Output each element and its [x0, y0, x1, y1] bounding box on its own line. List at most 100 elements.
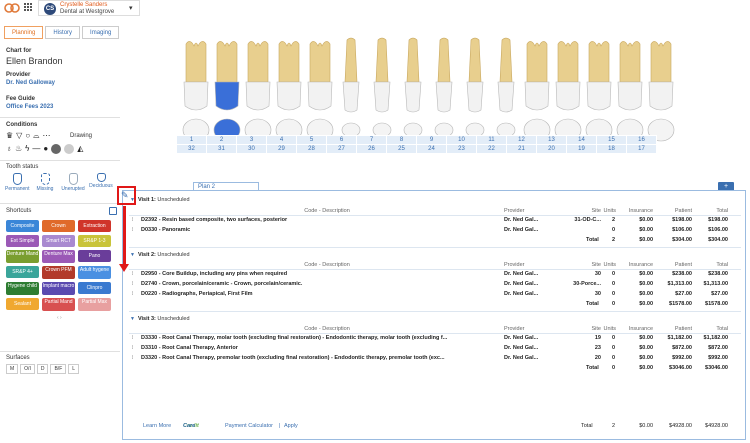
shortcut-ext-simple[interactable]: Ext Simple	[6, 235, 39, 247]
bridge-icon[interactable]: ⌓	[33, 131, 39, 141]
learn-more-link[interactable]: Learn More	[143, 423, 171, 429]
upper-tooth[interactable]	[337, 36, 365, 116]
shortcut-sr-p-4[interactable]: SR&P 4+	[6, 266, 39, 278]
shortcut-extraction[interactable]: Extraction	[78, 220, 111, 232]
tooth-number-cell[interactable]: 22	[476, 144, 507, 154]
tooth-number-cell[interactable]: 16	[626, 135, 657, 145]
tooth-number-cell[interactable]: 28	[296, 144, 327, 154]
tooth-number-cell[interactable]: 14	[566, 135, 597, 145]
tooth-number-cell[interactable]: 4	[266, 135, 297, 145]
surface-oi[interactable]: O/I	[20, 364, 35, 374]
upper-tooth[interactable]	[368, 36, 396, 116]
table-row[interactable]: ⁞ D3330 - Root Canal Therapy, molar toot…	[123, 334, 747, 342]
tooth-number-cell[interactable]: 5	[296, 135, 327, 145]
tab-imaging[interactable]: Imaging	[82, 26, 120, 39]
upper-tooth[interactable]	[616, 36, 644, 116]
shortcut-composite[interactable]: Composite	[6, 220, 39, 232]
dots-icon[interactable]: ⋯	[43, 131, 51, 141]
eraser-icon[interactable]: ◭	[77, 144, 83, 154]
shortcut-clinpro[interactable]: Clinpro	[78, 282, 111, 294]
shortcut-sr-p-1-3[interactable]: SR&P 1-3	[78, 235, 111, 247]
tooth-number-cell[interactable]: 27	[326, 144, 357, 154]
status-permanent[interactable]: Permanent	[5, 173, 29, 192]
apply-link[interactable]: Apply	[284, 423, 298, 429]
dark-color-swatch[interactable]	[51, 144, 62, 154]
visit-1-header[interactable]: ▼ Visit 1: Unscheduled	[130, 197, 190, 203]
upper-tooth[interactable]	[647, 36, 675, 116]
tooth-number-cell[interactable]: 1	[176, 135, 207, 145]
shortcut-denture-mand[interactable]: Denture Mand	[6, 250, 39, 263]
shortcut-pano[interactable]: Pano	[78, 250, 111, 262]
upper-tooth[interactable]	[554, 36, 582, 116]
collapse-caret-icon[interactable]: ▼	[130, 316, 135, 322]
app-logo-icon[interactable]	[4, 2, 20, 14]
tooth-number-cell[interactable]: 9	[416, 135, 447, 145]
tooth-number-cell[interactable]: 15	[596, 135, 627, 145]
tooth-number-cell[interactable]: 6	[326, 135, 357, 145]
collapse-caret-icon[interactable]: ▼	[130, 252, 135, 258]
surface-m[interactable]: M	[6, 364, 19, 374]
payment-calculator-link[interactable]: Payment Calculator	[225, 423, 273, 429]
shortcut-adult-hygene[interactable]: Adult hygene	[78, 266, 111, 279]
status-deciduous[interactable]: Deciduous	[89, 173, 113, 192]
upper-tooth[interactable]	[213, 36, 241, 116]
surface-bf[interactable]: B/F	[50, 364, 67, 374]
shortcut-sealant[interactable]: Sealant	[6, 298, 39, 310]
table-row[interactable]: ⁞ D0220 - Radiographs, Periapical, First…	[123, 290, 747, 298]
tooth-number-cell[interactable]: 3	[236, 135, 267, 145]
surface-l[interactable]: L	[68, 364, 80, 374]
tooth-number-cell[interactable]: 8	[386, 135, 417, 145]
tooth-number-cell[interactable]: 31	[206, 144, 237, 154]
surface-d[interactable]: D	[36, 364, 49, 374]
edit-shortcuts-icon[interactable]	[109, 207, 117, 215]
shortcut-smart-rct[interactable]: Smart RCT	[42, 235, 75, 247]
tooth-number-cell[interactable]: 17	[626, 144, 657, 154]
upper-tooth[interactable]	[182, 36, 210, 116]
table-row[interactable]: ⁞ D2740 - Crown, porcelain/ceramic - Cro…	[123, 280, 747, 288]
tooth-number-cell[interactable]: 19	[566, 144, 597, 154]
tab-planning[interactable]: Planning	[4, 26, 44, 39]
table-row[interactable]: ⁞ D3310 - Root Canal Therapy, Anterior D…	[123, 344, 747, 352]
tooth-number-cell[interactable]: 12	[506, 135, 537, 145]
visit-2-header[interactable]: ▼ Visit 2: Unscheduled	[130, 252, 190, 258]
tooth-number-cell[interactable]: 30	[236, 144, 267, 154]
table-row[interactable]: ⁞ D3320 - Root Canal Therapy, premolar t…	[123, 354, 747, 362]
table-row[interactable]: ⁞ D2392 - Resin based composite, two sur…	[123, 216, 747, 224]
status-missing[interactable]: Missing	[33, 173, 57, 192]
upper-tooth[interactable]	[461, 36, 489, 116]
flame-icon[interactable]: ♨	[15, 144, 22, 154]
apps-grid-icon[interactable]	[24, 3, 32, 11]
upper-tooth[interactable]	[244, 36, 272, 116]
status-unerupted[interactable]: Unerupted	[61, 173, 85, 192]
upper-tooth[interactable]	[275, 36, 303, 116]
tooth-number-cell[interactable]: 26	[356, 144, 387, 154]
shortcut-partial-max[interactable]: Partial Max	[78, 298, 111, 311]
fee-guide-link[interactable]: Office Fees 2023	[6, 104, 53, 110]
table-row[interactable]: ⁞ D2950 - Core Buildup, including any pi…	[123, 270, 747, 278]
visit-3-header[interactable]: ▼ Visit 3: Unscheduled	[130, 316, 190, 322]
tooth-number-cell[interactable]: 13	[536, 135, 567, 145]
upper-tooth[interactable]	[492, 36, 520, 116]
light-color-swatch[interactable]	[64, 144, 75, 154]
upper-tooth[interactable]	[430, 36, 458, 116]
upper-tooth[interactable]	[306, 36, 334, 116]
shortcut-hygene-child[interactable]: Hygene child	[6, 282, 39, 295]
shortcut-crown[interactable]: Crown	[42, 220, 75, 232]
shortcuts-pager[interactable]: ‹ ›	[57, 315, 62, 321]
tooth-outline-icon[interactable]: ▽	[16, 131, 22, 141]
table-row[interactable]: ⁞ D0330 - Panoramic Dr. Ned Gal... 0 $0.…	[123, 226, 747, 234]
shortcut-implant-macro[interactable]: Implant macro	[42, 282, 75, 295]
tab-history[interactable]: History	[45, 26, 81, 39]
tooth-number-cell[interactable]: 23	[446, 144, 477, 154]
crown-icon[interactable]: ♛	[6, 131, 13, 141]
tooth-number-cell[interactable]: 25	[386, 144, 417, 154]
shortcut-crown-pfm[interactable]: Crown PFM	[42, 266, 75, 279]
tooth-number-cell[interactable]: 2	[206, 135, 237, 145]
tooth-number-cell[interactable]: 10	[446, 135, 477, 145]
tooth-number-cell[interactable]: 11	[476, 135, 507, 145]
tooth-number-cell[interactable]: 29	[266, 144, 297, 154]
tooth-number-cell[interactable]: 21	[506, 144, 537, 154]
shortcut-denture-max[interactable]: Denture Max	[42, 250, 75, 263]
tooth-number-cell[interactable]: 20	[536, 144, 567, 154]
dot-icon[interactable]: ●	[43, 144, 48, 154]
